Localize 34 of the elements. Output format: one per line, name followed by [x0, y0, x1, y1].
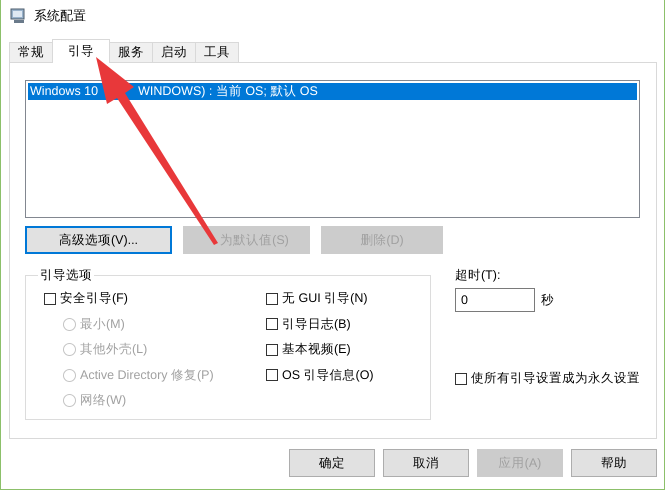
dialog-button[interactable]: 帮助 [571, 449, 657, 477]
tab[interactable]: 服务 [109, 42, 153, 62]
checkbox[interactable] [266, 292, 278, 305]
option-label: OS 引导信息(O) [282, 366, 374, 384]
group-title: 引导选项 [39, 267, 93, 284]
tab[interactable]: 常规 [9, 42, 53, 62]
window-title: 系统配置 [34, 7, 86, 25]
option-label: Active Directory 修复(P) [80, 366, 214, 384]
option-label: 安全引导(F) [60, 290, 128, 308]
entry-text: Windows 10 [30, 84, 98, 98]
timeout-field[interactable]: 0 [455, 288, 535, 312]
boot-entry[interactable]: Windows 10 WINDOWS) : 当前 OS; 默认 OS [28, 83, 637, 100]
option-label: 使所有引导设置成为永久设置 [471, 370, 640, 388]
option-label: 最小(M) [80, 316, 125, 333]
option-label: 基本视频(E) [282, 341, 351, 358]
dialog-button[interactable]: 取消 [383, 449, 469, 477]
option-label: 引导日志(B) [282, 316, 351, 333]
option-label: 网络(W) [80, 392, 126, 410]
tab[interactable]: 工具 [195, 42, 239, 62]
tab[interactable]: 引导 [52, 39, 110, 63]
computer-icon [10, 8, 26, 24]
entry-text: WINDOWS) : 当前 OS; 默认 OS [138, 84, 318, 98]
dialog-button[interactable]: 确定 [289, 449, 375, 477]
tab[interactable]: 启动 [152, 42, 196, 62]
checkbox[interactable] [44, 292, 56, 305]
unit-label: 秒 [541, 292, 554, 308]
checkbox[interactable] [455, 372, 467, 385]
option-label: 其他外壳(L) [80, 341, 148, 358]
action-button[interactable]: 高级选项(V)... [25, 226, 172, 254]
checkbox[interactable] [266, 344, 278, 356]
timeout-label: 超时(T): [455, 267, 502, 284]
option-label: 无 GUI 引导(N) [282, 290, 368, 308]
checkbox[interactable] [266, 318, 278, 330]
checkbox[interactable] [266, 369, 278, 382]
